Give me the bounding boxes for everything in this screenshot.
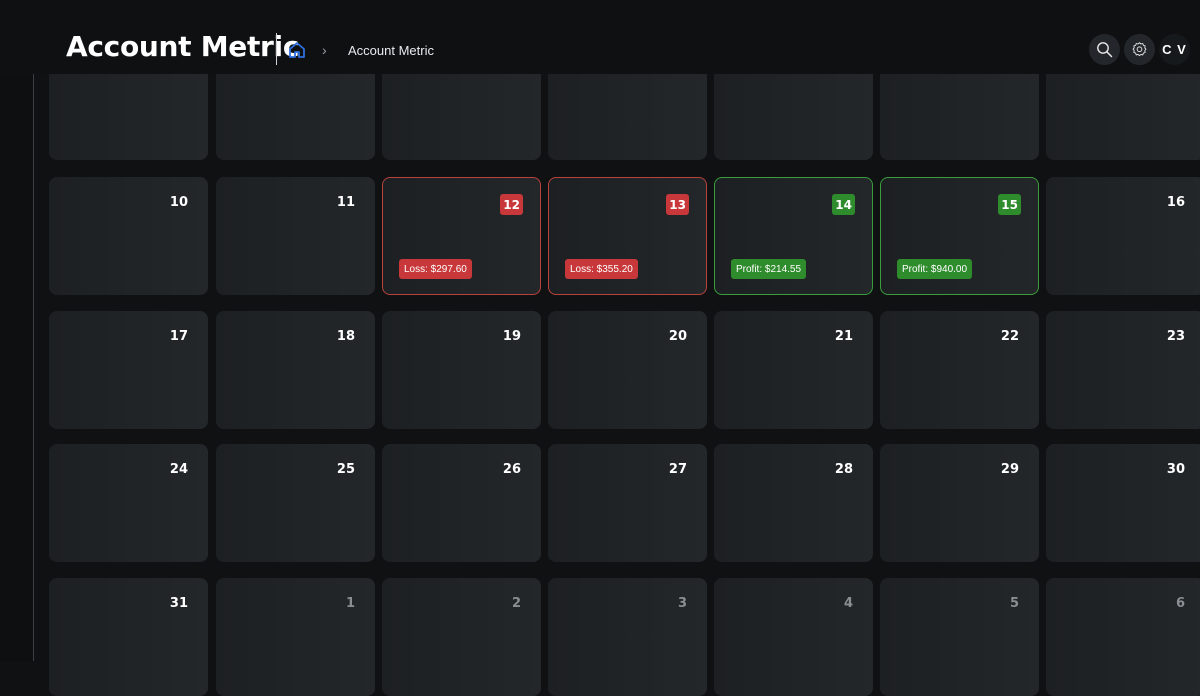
breadcrumb-separator: › bbox=[322, 42, 327, 58]
calendar-day-cell[interactable]: 28 bbox=[714, 444, 873, 562]
day-number: 28 bbox=[834, 462, 853, 477]
day-number: 29 bbox=[1000, 462, 1019, 477]
day-number: 31 bbox=[169, 596, 188, 611]
day-number: 5 bbox=[1009, 596, 1019, 611]
calendar-day-cell[interactable]: 19 bbox=[382, 311, 541, 429]
day-number: 2 bbox=[511, 596, 521, 611]
day-number: 1 bbox=[345, 596, 355, 611]
calendar-day-cell[interactable]: 24 bbox=[49, 444, 208, 562]
day-number: 17 bbox=[169, 329, 188, 344]
day-number-badge: 15 bbox=[998, 194, 1021, 215]
calendar-day-cell[interactable]: 29 bbox=[880, 444, 1039, 562]
calendar-day-cell[interactable]: 3 bbox=[548, 578, 707, 696]
calendar-day-cell[interactable]: 5 bbox=[880, 578, 1039, 696]
loss-amount-tag: Loss: $355.20 bbox=[565, 259, 638, 279]
home-icon[interactable] bbox=[287, 40, 307, 60]
profit-amount-tag: Profit: $940.00 bbox=[897, 259, 973, 279]
page-title: Account Metric bbox=[66, 30, 300, 63]
settings-button[interactable] bbox=[1124, 34, 1155, 65]
gear-icon bbox=[1132, 42, 1147, 57]
day-number-badge: 14 bbox=[832, 194, 855, 215]
day-number-badge: 13 bbox=[666, 194, 689, 215]
calendar-day-cell[interactable]: 26 bbox=[382, 444, 541, 562]
day-number: 4 bbox=[843, 596, 853, 611]
calendar-day-cell[interactable]: 2 bbox=[382, 578, 541, 696]
day-number: 24 bbox=[169, 462, 188, 477]
calendar-day-cell[interactable]: 31 bbox=[49, 578, 208, 696]
calendar-day-cell[interactable]: 10 bbox=[49, 177, 208, 295]
title-divider bbox=[276, 33, 277, 65]
calendar-day-cell[interactable]: 4 bbox=[714, 578, 873, 696]
day-number: 11 bbox=[336, 195, 355, 210]
calendar-day-cell[interactable]: 17 bbox=[49, 311, 208, 429]
calendar-day-cell[interactable]: 16 bbox=[1046, 177, 1200, 295]
day-number: 10 bbox=[169, 195, 188, 210]
calendar-day-cell[interactable]: 21 bbox=[714, 311, 873, 429]
loss-amount-tag: Loss: $297.60 bbox=[399, 259, 472, 279]
day-number: 20 bbox=[668, 329, 687, 344]
top-bar: Account Metric › Account Metric C V bbox=[0, 0, 1200, 74]
day-number: 25 bbox=[336, 462, 355, 477]
day-number-badge: 12 bbox=[500, 194, 523, 215]
day-number: 18 bbox=[336, 329, 355, 344]
day-number: 30 bbox=[1166, 462, 1185, 477]
calendar-day-cell[interactable]: 14 Profit: $214.55 bbox=[714, 177, 873, 295]
calendar-day-cell[interactable]: 30 bbox=[1046, 444, 1200, 562]
day-number: 23 bbox=[1166, 329, 1185, 344]
calendar-day-cell[interactable]: 11 bbox=[216, 177, 375, 295]
calendar-day-cell[interactable]: 27 bbox=[548, 444, 707, 562]
search-icon bbox=[1097, 42, 1113, 58]
calendar-day-cell[interactable]: 12 Loss: $297.60 bbox=[382, 177, 541, 295]
calendar-day-cell[interactable]: 25 bbox=[216, 444, 375, 562]
day-number: 26 bbox=[502, 462, 521, 477]
user-avatar[interactable]: C V bbox=[1159, 34, 1190, 65]
calendar-day-cell[interactable]: 22 bbox=[880, 311, 1039, 429]
day-number: 3 bbox=[677, 596, 687, 611]
day-number: 22 bbox=[1000, 329, 1019, 344]
breadcrumb-current: Account Metric bbox=[348, 43, 434, 58]
calendar-day-cell[interactable]: 15 Profit: $940.00 bbox=[880, 177, 1039, 295]
day-number: 16 bbox=[1166, 195, 1185, 210]
day-number: 21 bbox=[834, 329, 853, 344]
calendar-day-cell[interactable]: 18 bbox=[216, 311, 375, 429]
profit-amount-tag: Profit: $214.55 bbox=[731, 259, 807, 279]
calendar-day-cell[interactable]: 23 bbox=[1046, 311, 1200, 429]
day-number: 6 bbox=[1175, 596, 1185, 611]
day-number: 27 bbox=[668, 462, 687, 477]
search-button[interactable] bbox=[1089, 34, 1120, 65]
calendar-grid: 10 11 12 Loss: $297.60 13 Loss: $355.20 14 Prof… bbox=[0, 0, 1200, 696]
day-number: 19 bbox=[502, 329, 521, 344]
calendar-day-cell[interactable]: 20 bbox=[548, 311, 707, 429]
calendar-day-cell[interactable]: 6 bbox=[1046, 578, 1200, 696]
calendar-day-cell[interactable]: 1 bbox=[216, 578, 375, 696]
calendar-day-cell[interactable]: 13 Loss: $355.20 bbox=[548, 177, 707, 295]
